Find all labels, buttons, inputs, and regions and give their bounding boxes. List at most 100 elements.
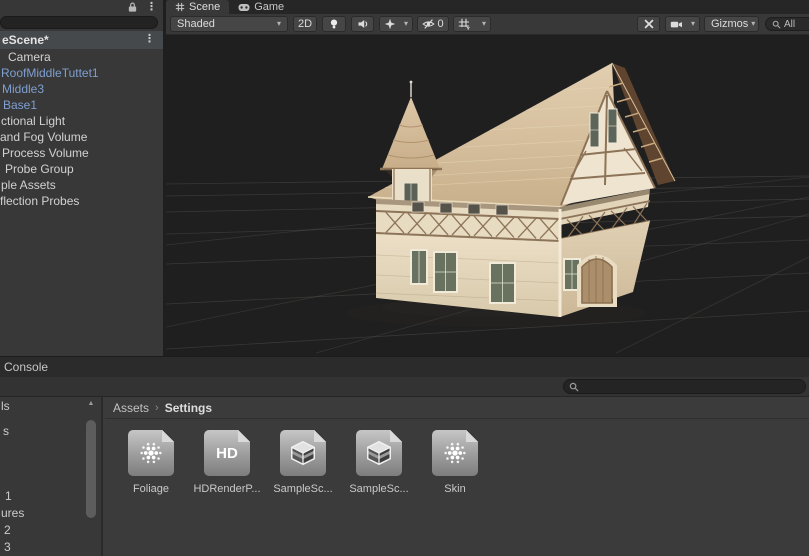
hierarchy-item[interactable]: and Fog Volume	[0, 129, 163, 145]
asset-label: Foliage	[132, 483, 170, 495]
tab-game-label: Game	[254, 1, 285, 13]
effects-visibility-dropdown[interactable]: ▾	[379, 16, 413, 32]
lock-icon[interactable]	[127, 1, 138, 13]
project-folder-tree: ls s 1 ures 2 3 ▲	[0, 397, 103, 556]
shading-mode-dropdown[interactable]: Shaded ▾	[170, 16, 288, 32]
project-content: Assets › Settings Foliage HD HDRenderP..…	[105, 397, 809, 556]
shading-mode-label: Shaded	[177, 18, 215, 30]
scene-toolbar: Shaded ▾ 2D ▾ 0 ▾ ▾ Gizmos ▾ All	[166, 14, 809, 35]
scene-camera-dropdown[interactable]: ▾	[665, 16, 700, 32]
folder-tree-item[interactable]: s	[3, 424, 9, 439]
hierarchy-toolbar: ⋮	[0, 0, 163, 14]
scene-lighting-toggle-button[interactable]	[322, 16, 346, 32]
hierarchy-item-list: Camera RoofMiddleTuttet1 Middle3 Base1 c…	[0, 49, 163, 209]
diffusion-profile-dots-icon	[140, 442, 162, 464]
asset-grid: Foliage HD HDRenderP... SampleSc... Samp…	[105, 419, 809, 556]
gizmos-label: Gizmos	[711, 18, 749, 30]
search-icon	[569, 382, 579, 392]
tab-scene[interactable]: Scene	[166, 0, 230, 14]
scene-header-menu-icon[interactable]: ⋮	[144, 32, 155, 46]
asset-item-skin[interactable]: Skin	[424, 430, 486, 495]
hidden-count-label: 0	[437, 18, 444, 30]
scene-viewport[interactable]	[166, 35, 809, 356]
bottom-tabbar: Console	[0, 356, 809, 377]
hidden-objects-button[interactable]: 0	[417, 16, 449, 32]
effects-star-icon	[384, 18, 396, 30]
volume-profile-cube-icon	[291, 440, 315, 466]
asset-label: SampleSc...	[349, 483, 409, 495]
folder-tree-item[interactable]: 2	[4, 523, 11, 538]
entrance-door	[577, 254, 617, 307]
eye-slash-icon	[422, 19, 436, 29]
asset-item-samplescene-2[interactable]: SampleSc...	[348, 430, 410, 495]
hierarchy-panel: ⋮ eScene* ⋮ Camera RoofMiddleTuttet1 Mid…	[0, 0, 163, 356]
tab-console[interactable]: Console	[0, 360, 48, 374]
scene-header-row[interactable]: eScene* ⋮	[0, 31, 163, 49]
tab-game[interactable]: Game	[229, 0, 293, 14]
scroll-up-icon[interactable]: ▲	[84, 399, 98, 408]
gizmos-dropdown[interactable]: Gizmos ▾	[704, 16, 759, 32]
project-search-input[interactable]	[563, 379, 806, 394]
camera-icon	[670, 21, 682, 27]
hierarchy-search-input[interactable]	[0, 16, 158, 29]
chevron-down-icon: ▾	[403, 19, 408, 28]
speaker-icon	[358, 20, 367, 28]
toggle-2d-button[interactable]: 2D	[293, 16, 317, 32]
scene-grid-icon	[175, 2, 185, 12]
asset-tile: HD	[204, 430, 250, 476]
asset-item-samplescene-1[interactable]: SampleSc...	[272, 430, 334, 495]
chevron-down-icon: ▾	[690, 19, 695, 28]
hd-asset-icon: HD	[216, 444, 238, 462]
hierarchy-item[interactable]: Camera	[0, 49, 163, 65]
asset-item-hdrenderpipeline[interactable]: HD HDRenderP...	[193, 430, 261, 495]
asset-item-foliage[interactable]: Foliage	[120, 430, 182, 495]
asset-label: Skin	[444, 483, 466, 495]
folder-tree-item[interactable]: 1	[5, 489, 12, 504]
unity-editor-window: ⋮ eScene* ⋮ Camera RoofMiddleTuttet1 Mid…	[0, 0, 809, 556]
hierarchy-item[interactable]: ple Assets	[0, 177, 163, 193]
chevron-down-icon: ▾	[276, 19, 281, 28]
asset-label: HDRenderP...	[193, 483, 261, 495]
chevron-down-icon: ▾	[751, 19, 756, 28]
hierarchy-item[interactable]: flection Probes	[0, 193, 163, 209]
hierarchy-item[interactable]: ctional Light	[0, 113, 163, 129]
breadcrumb-assets[interactable]: Assets	[113, 401, 149, 415]
tree-scrollbar-thumb[interactable]	[86, 420, 96, 518]
breadcrumb: Assets › Settings	[105, 397, 809, 419]
asset-tile	[280, 430, 326, 476]
scene-3d-render	[166, 62, 809, 354]
tab-scene-label: Scene	[189, 1, 221, 13]
hierarchy-menu-icon[interactable]: ⋮	[146, 0, 157, 14]
project-panel: ls s 1 ures 2 3 ▲ Assets › Settings Foli…	[0, 397, 809, 556]
asset-label: SampleSc...	[273, 483, 333, 495]
hierarchy-search-row	[0, 14, 163, 31]
grid-visibility-dropdown[interactable]: ▾	[453, 16, 491, 32]
folder-tree-item[interactable]: ures	[1, 506, 24, 521]
light-bulb-icon	[330, 19, 338, 29]
asset-tile	[356, 430, 402, 476]
wrench-tools-icon	[644, 19, 653, 29]
volume-profile-cube-icon	[367, 440, 391, 466]
chevron-down-icon: ▾	[481, 19, 486, 28]
folder-tree-item[interactable]: 3	[4, 540, 11, 555]
scene-search-input[interactable]: All	[765, 17, 809, 31]
scene-audio-toggle-button[interactable]	[351, 16, 374, 32]
breadcrumb-settings[interactable]: Settings	[165, 401, 212, 415]
hierarchy-item[interactable]: Middle3	[0, 81, 163, 97]
gamepad-icon	[238, 3, 250, 11]
hierarchy-item[interactable]: Base1	[0, 97, 163, 113]
asset-tile	[128, 430, 174, 476]
tree-scrollbar[interactable]: ▲	[84, 397, 98, 556]
breadcrumb-separator-icon: ›	[155, 401, 159, 414]
view-tabbar: Scene Game	[166, 0, 809, 14]
folder-tree-item[interactable]: ls	[1, 399, 10, 414]
project-toolbar	[0, 377, 809, 397]
hierarchy-item[interactable]: RoofMiddleTuttet1	[0, 65, 163, 81]
hierarchy-item[interactable]: Probe Group	[0, 161, 163, 177]
search-icon	[772, 20, 781, 29]
scene-header-label: eScene*	[2, 33, 49, 47]
grid-axis-icon	[458, 18, 470, 30]
hierarchy-item[interactable]: Process Volume	[0, 145, 163, 161]
tools-button[interactable]	[637, 16, 660, 32]
asset-tile	[432, 430, 478, 476]
